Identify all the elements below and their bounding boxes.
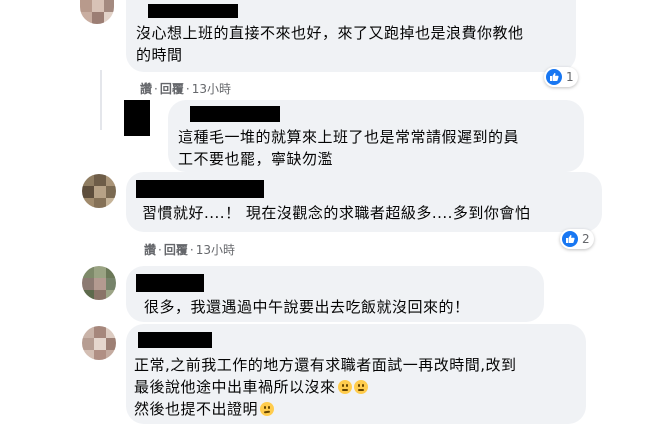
redacted-author-name: [136, 180, 264, 198]
redacted-author-name: [148, 4, 238, 18]
reply-link[interactable]: 回覆: [164, 241, 188, 258]
comment-text-line: 然後也提不出證明: [134, 398, 275, 420]
comment-text: 這種毛一堆的就算來上班了也是常常請假遲到的員: [178, 128, 520, 146]
comment-text: 很多，我還遇過中午說要出去吃飯就沒回來的！: [144, 298, 470, 316]
eye-roll-emoji-icon: [260, 402, 275, 416]
timestamp[interactable]: 13小時: [196, 241, 235, 258]
comment-bubble: 很多，我還遇過中午說要出去吃飯就沒回來的！: [126, 266, 544, 322]
avatar[interactable]: [82, 326, 116, 360]
comment-text: 最後說他途中出車禍所以沒來: [134, 378, 336, 396]
comment-text-line: 最後說他途中出車禍所以沒來: [134, 376, 368, 398]
comment-text: 正常,之前我工作的地方還有求職者面試一再改時間,改到: [134, 356, 517, 374]
reaction-summary[interactable]: 1: [544, 67, 578, 87]
avatar[interactable]: [80, 0, 114, 24]
separator: ·: [189, 243, 194, 257]
comment-bubble: 習慣就好....！ 現在沒觀念的求職者超級多....多到你會怕: [126, 172, 602, 232]
separator: ·: [158, 243, 162, 257]
frowning-face-emoji-icon: [337, 380, 352, 394]
comment-bubble: 正常,之前我工作的地方還有求職者面試一再改時間,改到 最後說他途中出車禍所以沒來…: [126, 324, 586, 424]
comment-bubble: 沒心想上班的直接不來也好，來了又跑掉也是浪費你教他 的時間: [126, 0, 576, 72]
comment-actions: 讚 · 回覆 · 13小時: [140, 80, 231, 97]
like-link[interactable]: 讚: [144, 241, 156, 258]
timestamp[interactable]: 13小時: [192, 80, 231, 97]
comment-text: 然後也提不出證明: [134, 400, 259, 418]
redacted-avatar: [124, 100, 150, 136]
comment-actions: 讚 · 回覆 · 13小時: [144, 241, 235, 258]
reply-link[interactable]: 回覆: [160, 80, 184, 97]
redacted-author-name: [190, 106, 280, 122]
thread-line: [100, 70, 102, 130]
frowning-face-emoji-icon: [353, 380, 368, 394]
thumbs-up-icon: [562, 231, 578, 247]
reaction-count: 2: [582, 232, 590, 246]
comment-text: 習慣就好....！ 現在沒觀念的求職者超級多....多到你會怕: [142, 204, 531, 222]
thumbs-up-icon: [546, 69, 562, 85]
reaction-count: 1: [566, 70, 574, 84]
avatar[interactable]: [82, 174, 116, 208]
comment-text: 的時間: [136, 46, 183, 64]
comment-text: 工不要也罷，寧缺勿濫: [178, 150, 334, 168]
separator: ·: [185, 82, 190, 96]
reaction-summary[interactable]: 2: [560, 229, 594, 249]
separator: ·: [154, 82, 158, 96]
like-link[interactable]: 讚: [140, 80, 152, 97]
redacted-author-name: [136, 274, 204, 292]
comment-bubble: 這種毛一堆的就算來上班了也是常常請假遲到的員 工不要也罷，寧缺勿濫: [168, 100, 584, 172]
avatar[interactable]: [82, 266, 116, 300]
redacted-author-name: [138, 332, 212, 348]
comment-text: 沒心想上班的直接不來也好，來了又跑掉也是浪費你教他: [136, 24, 524, 42]
